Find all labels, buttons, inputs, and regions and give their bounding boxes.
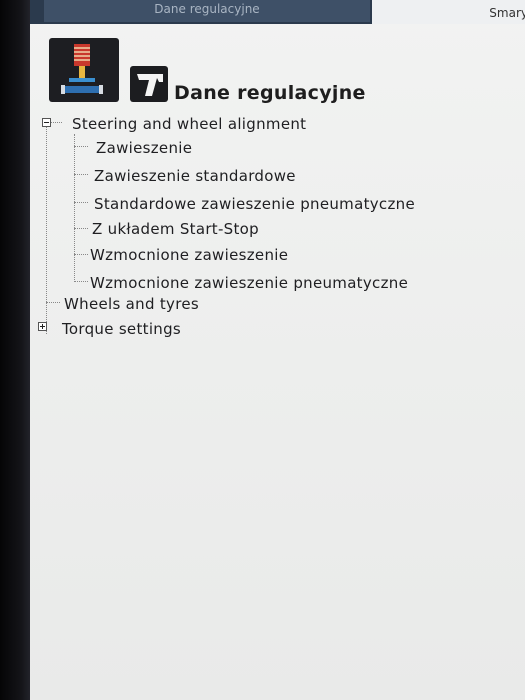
collapse-icon[interactable]	[42, 118, 51, 127]
adjustment-data-icon	[49, 38, 119, 102]
tree-connector	[46, 302, 60, 303]
logo-icon	[130, 66, 168, 102]
tab-bar: Dane regulacyjne Smary	[30, 0, 525, 24]
monitor-bezel	[0, 0, 30, 700]
tree-connector	[74, 146, 88, 147]
tab-label: Dane regulacyjne	[154, 2, 260, 16]
tree-connector	[50, 122, 62, 123]
tree-node-standardowe-zawieszenie-pneumatyczne[interactable]: Standardowe zawieszenie pneumatyczne	[94, 195, 415, 213]
tree-node-steering[interactable]: Steering and wheel alignment	[72, 115, 306, 133]
tree-node-label: Wheels and tyres	[64, 295, 199, 313]
tree-node-wzmocnione-zawieszenie-pneumatyczne[interactable]: Wzmocnione zawieszenie pneumatyczne	[90, 274, 408, 292]
tab-smary[interactable]: Smary	[372, 0, 525, 24]
tree-node-label: Wzmocnione zawieszenie	[90, 246, 289, 264]
tab-dane-regulacyjne[interactable]: Dane regulacyjne	[44, 0, 370, 22]
tree-node-start-stop[interactable]: Z układem Start-Stop	[92, 220, 259, 238]
tree-connector	[74, 254, 88, 255]
tree-connector	[74, 202, 88, 203]
tree-node-torque-settings[interactable]: Torque settings	[62, 320, 181, 338]
app-screen: Dane regulacyjne Smary Dane regulacyjne	[30, 0, 525, 700]
tree-node-label: Standardowe zawieszenie pneumatyczne	[94, 195, 415, 213]
tree-node-label: Wzmocnione zawieszenie pneumatyczne	[90, 274, 409, 292]
tree-node-zawieszenie[interactable]: Zawieszenie	[96, 139, 192, 157]
tree-connector	[74, 281, 88, 282]
tree-node-label: Zawieszenie	[96, 139, 193, 157]
tree-node-label: Zawieszenie standardowe	[94, 167, 296, 185]
tree-node-zawieszenie-standardowe[interactable]: Zawieszenie standardowe	[94, 167, 296, 185]
expand-icon[interactable]	[38, 322, 47, 331]
page-title: Dane regulacyjne	[174, 82, 366, 104]
tree-connector	[74, 228, 88, 229]
tree-connector	[74, 134, 75, 282]
tree-node-label: Torque settings	[62, 320, 182, 338]
tab-label: Smary	[489, 6, 525, 20]
tree-node-wheels-and-tyres[interactable]: Wheels and tyres	[64, 295, 199, 313]
tree-node-wzmocnione-zawieszenie[interactable]: Wzmocnione zawieszenie	[90, 246, 288, 264]
tree-node-label: Steering and wheel alignment	[72, 115, 307, 133]
page-header: Dane regulacyjne	[44, 38, 504, 108]
tree-node-label: Z układem Start-Stop	[92, 220, 259, 238]
tree-connector	[74, 174, 88, 175]
